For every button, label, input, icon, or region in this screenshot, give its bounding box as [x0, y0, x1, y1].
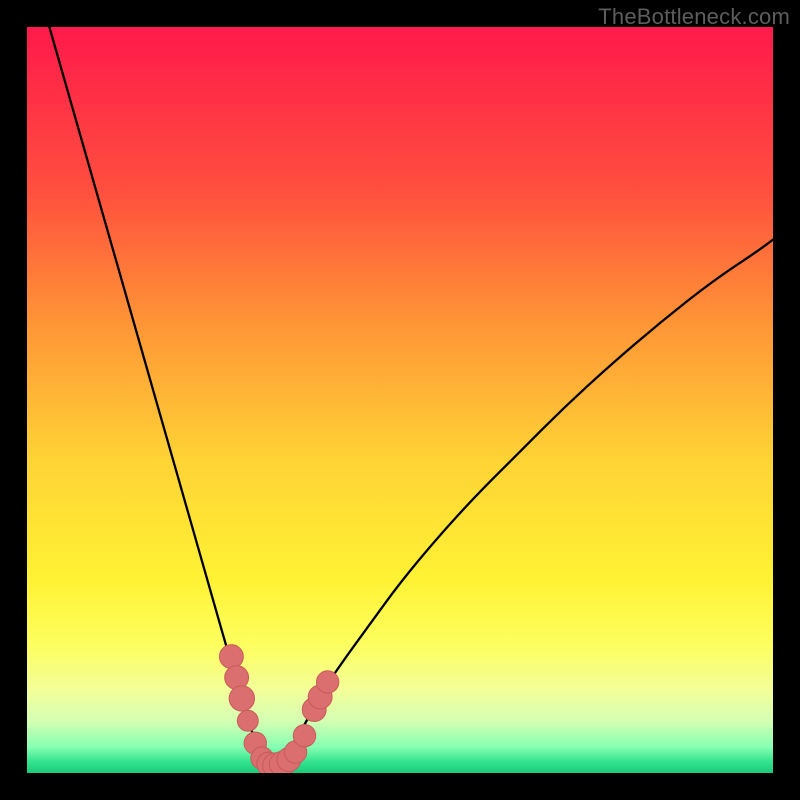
gradient-background — [27, 27, 773, 773]
curve-marker — [237, 710, 258, 731]
curve-marker — [316, 671, 338, 693]
curve-marker — [293, 725, 315, 747]
curve-marker — [219, 645, 243, 669]
chart-svg — [27, 27, 773, 773]
plot-area — [27, 27, 773, 773]
curve-marker — [229, 686, 254, 711]
chart-frame: TheBottleneck.com — [0, 0, 800, 800]
